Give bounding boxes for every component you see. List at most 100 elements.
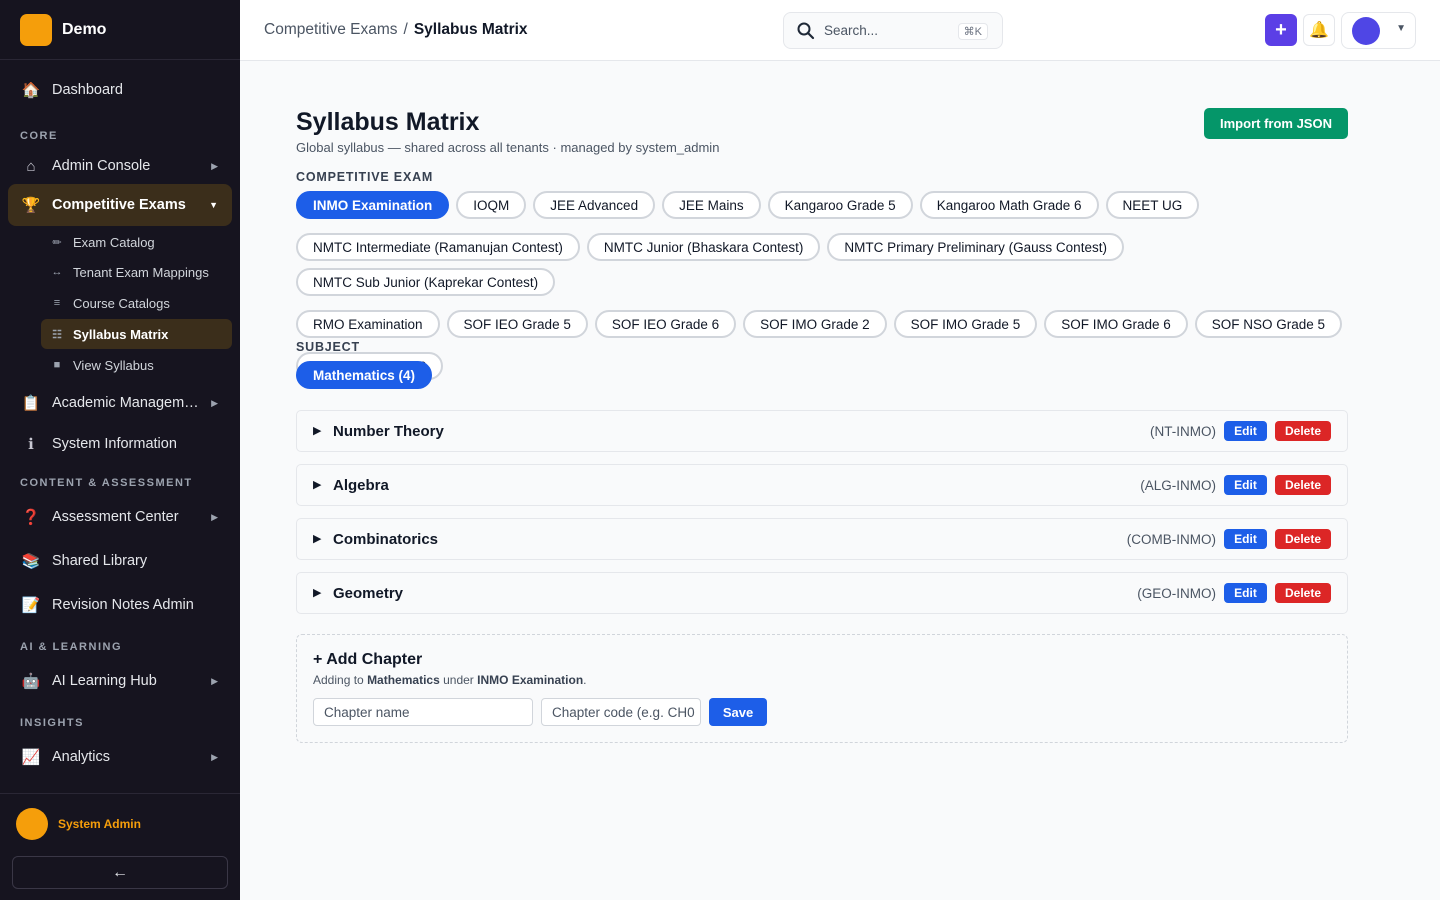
chapter-name: Algebra	[333, 477, 389, 494]
search-input[interactable]	[824, 23, 944, 38]
chapter-row[interactable]: ▶ Geometry (GEO-INMO) Edit Delete	[296, 572, 1348, 614]
delete-chapter-button[interactable]: Delete	[1275, 529, 1331, 549]
exam-chip[interactable]: NMTC Sub Junior (Kaprekar Contest)	[296, 268, 556, 296]
delete-chapter-button[interactable]: Delete	[1275, 421, 1331, 441]
plus-icon: +	[1275, 18, 1287, 41]
exam-chip[interactable]: NMTC Junior (Bhaskara Contest)	[586, 233, 821, 261]
sidebar-item-analytics[interactable]: 📈 Analytics ▶	[8, 736, 232, 778]
profile-menu-button[interactable]: ▼	[1341, 12, 1416, 49]
exam-chip[interactable]: IOQM	[456, 191, 527, 219]
section-label-ai: AI & LEARNING	[20, 641, 122, 653]
create-button[interactable]: +	[1265, 14, 1297, 46]
sidebar-item-label: Admin Console	[52, 158, 151, 174]
chapter-row[interactable]: ▶ Number Theory (NT-INMO) Edit Delete	[296, 410, 1348, 452]
exam-chip[interactable]: JEE Mains	[662, 191, 761, 219]
chevron-right-icon: ▶	[211, 397, 218, 408]
exam-chip[interactable]: SOF IEO Grade 6	[594, 310, 737, 338]
collapse-sidebar-button[interactable]: ←	[12, 856, 228, 889]
sidebar-item-label: Revision Notes Admin	[52, 597, 194, 613]
edit-chapter-button[interactable]: Edit	[1224, 421, 1267, 441]
desc-subject: Mathematics	[367, 673, 440, 687]
edit-chapter-button[interactable]: Edit	[1224, 583, 1267, 603]
save-chapter-button[interactable]: Save	[709, 698, 767, 726]
robot-icon: 🤖	[21, 673, 41, 690]
sidebar-subitem-tenant-exam-mappings[interactable]: ↔ Tenant Exam Mappings	[41, 257, 232, 287]
breadcrumb-parent[interactable]: Competitive Exams	[264, 21, 398, 39]
sidebar-item-shared-library[interactable]: 📚 Shared Library	[8, 540, 232, 582]
delete-chapter-button[interactable]: Delete	[1275, 475, 1331, 495]
desc-text: .	[583, 673, 587, 687]
delete-chapter-button[interactable]: Delete	[1275, 583, 1331, 603]
add-chapter-title: + Add Chapter	[313, 651, 423, 668]
chapter-name: Number Theory	[333, 423, 444, 440]
exam-chip[interactable]: SOF IMO Grade 5	[893, 310, 1038, 338]
top-header: Competitive Exams / Syllabus Matrix ⌘K +…	[240, 0, 1440, 61]
exam-chip[interactable]: Kangaroo Grade 5	[767, 191, 913, 219]
edit-chapter-button[interactable]: Edit	[1224, 475, 1267, 495]
sidebar-subitem-course-catalogs[interactable]: ≡ Course Catalogs	[41, 288, 232, 318]
exam-chip[interactable]: INMO Examination	[296, 191, 450, 219]
exam-chip[interactable]: NMTC Primary Preliminary (Gauss Contest)	[827, 233, 1124, 261]
subject-chip-mathematics[interactable]: Mathematics (4)	[296, 361, 433, 389]
avatar[interactable]	[16, 808, 48, 840]
exam-section-label: COMPETITIVE EXAM	[296, 170, 434, 184]
search-icon	[796, 21, 816, 41]
exam-chip[interactable]: SOF IMO Grade 6	[1044, 310, 1188, 338]
expand-triangle-icon[interactable]: ▶	[313, 424, 321, 437]
desc-text: under	[443, 673, 474, 687]
chapter-code: (GEO-INMO)	[1137, 586, 1216, 601]
chevron-right-icon: ▶	[211, 160, 218, 171]
sidebar-subitem-view-syllabus[interactable]: ■ View Syllabus	[41, 350, 232, 380]
page-title: Syllabus Matrix	[296, 108, 480, 136]
sidebar-item-system-information[interactable]: ℹ System Information	[8, 423, 232, 465]
chevron-right-icon: ▶	[211, 511, 218, 522]
chapter-code: (NT-INMO)	[1150, 424, 1216, 439]
expand-triangle-icon[interactable]: ▶	[313, 478, 321, 491]
add-chapter-panel: + Add Chapter Adding to Mathematics unde…	[296, 634, 1348, 743]
arrow-left-icon: ←	[112, 863, 128, 881]
chapter-code-input[interactable]	[541, 698, 701, 726]
exam-chip[interactable]: SOF NSO Grade 5	[1194, 310, 1343, 338]
breadcrumb: Competitive Exams / Syllabus Matrix	[264, 21, 528, 39]
sidebar-item-revision-notes-admin[interactable]: 📝 Revision Notes Admin	[8, 584, 232, 626]
chevron-right-icon: ▶	[211, 675, 218, 686]
chevron-down-icon: ▼	[209, 200, 218, 210]
section-label-core: CORE	[20, 130, 58, 142]
sidebar-subitem-syllabus-matrix[interactable]: ☷ Syllabus Matrix	[41, 319, 232, 349]
brand[interactable]: Demo	[0, 0, 240, 60]
sidebar-subitem-label: View Syllabus	[73, 357, 154, 373]
expand-triangle-icon[interactable]: ▶	[313, 586, 321, 599]
exam-chip[interactable]: NEET UG	[1105, 191, 1200, 219]
books-icon: 📚	[21, 553, 41, 570]
notifications-button[interactable]: 🔔	[1303, 14, 1335, 46]
bell-icon: 🔔	[1309, 22, 1329, 39]
exam-chip[interactable]: SOF IMO Grade 2	[743, 310, 887, 338]
exam-chip[interactable]: JEE Advanced	[533, 191, 656, 219]
import-json-button[interactable]: Import from JSON	[1204, 108, 1348, 139]
sidebar-item-dashboard[interactable]: 🏠 Dashboard	[8, 69, 232, 111]
chapter-name: Geometry	[333, 585, 404, 602]
sidebar-item-admin-console[interactable]: ⌂ Admin Console ▶	[8, 145, 232, 187]
chapter-row[interactable]: ▶ Combinatorics (COMB-INMO) Edit Delete	[296, 518, 1348, 560]
sidebar-item-ai-learning-hub[interactable]: 🤖 AI Learning Hub ▶	[8, 660, 232, 702]
chevron-down-icon: ▼	[1396, 23, 1406, 34]
chapter-name-input[interactable]	[313, 698, 533, 726]
search-shortcut: ⌘K	[957, 23, 988, 40]
chapter-row[interactable]: ▶ Algebra (ALG-INMO) Edit Delete	[296, 464, 1348, 506]
sidebar-item-label: System Information	[52, 436, 177, 452]
sidebar-item-academic-management[interactable]: 📋 Academic Managem… ▶	[8, 382, 232, 424]
sidebar-item-label: Assessment Center	[52, 509, 179, 525]
sidebar-item-competitive-exams[interactable]: 🏆 Competitive Exams ▼	[8, 184, 232, 226]
pencil-icon: ✏	[52, 236, 62, 249]
brand-logo	[20, 13, 52, 46]
exam-chip[interactable]: RMO Examination	[296, 310, 440, 338]
sidebar-item-assessment-center[interactable]: ❓ Assessment Center ▶	[8, 496, 232, 538]
expand-triangle-icon[interactable]: ▶	[313, 532, 321, 545]
exam-chip[interactable]: NMTC Intermediate (Ramanujan Contest)	[296, 233, 580, 261]
sidebar-subitem-exam-catalog[interactable]: ✏ Exam Catalog	[41, 227, 232, 257]
edit-chapter-button[interactable]: Edit	[1224, 529, 1267, 549]
exam-chip[interactable]: Kangaroo Math Grade 6	[919, 191, 1099, 219]
search-box[interactable]: ⌘K	[783, 12, 1003, 49]
exam-chip[interactable]: SOF IEO Grade 5	[446, 310, 588, 338]
question-mark-icon: ❓	[21, 509, 41, 526]
